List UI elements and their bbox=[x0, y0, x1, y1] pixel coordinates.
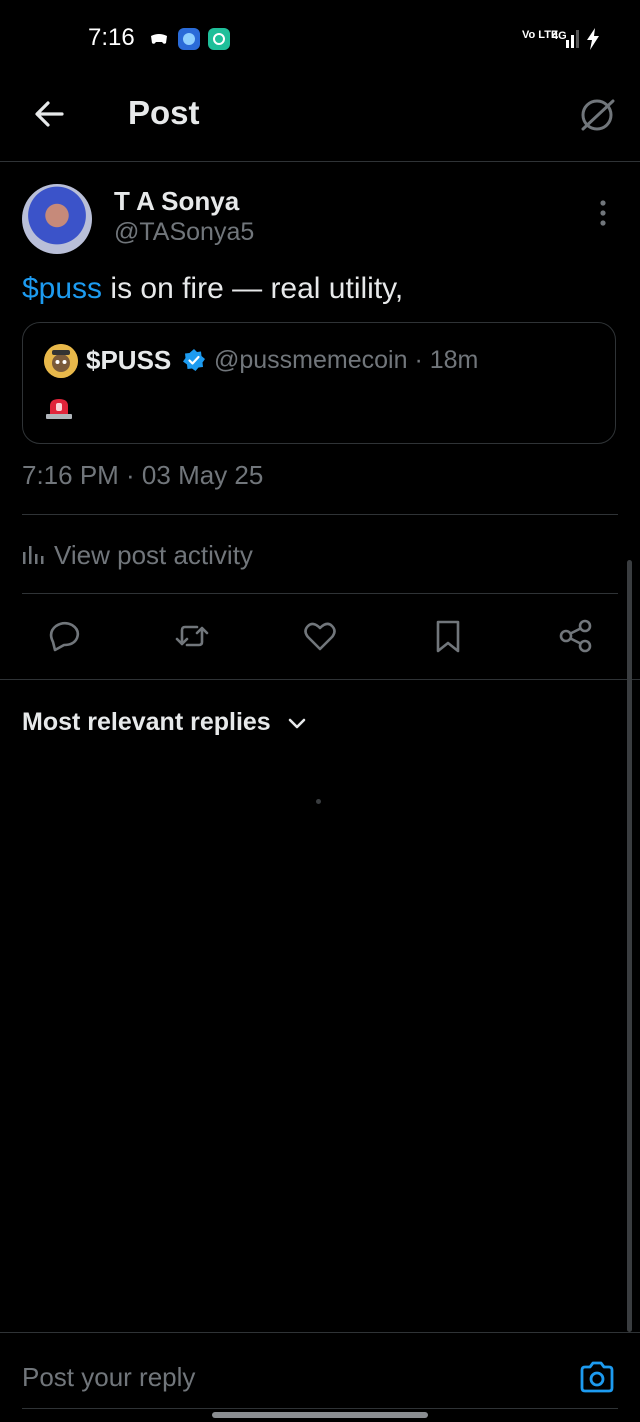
quoted-author-name: $PUSS bbox=[86, 345, 172, 375]
cashtag-link[interactable]: $puss bbox=[22, 272, 102, 305]
bookmark-button[interactable] bbox=[428, 616, 468, 656]
arrow-left-icon bbox=[35, 101, 64, 127]
post-text-body: is on fire — real utility, bbox=[102, 272, 404, 305]
quoted-post-card[interactable] bbox=[22, 322, 616, 444]
scrollbar[interactable] bbox=[627, 560, 632, 1332]
like-icon bbox=[304, 622, 336, 651]
reply-input[interactable] bbox=[22, 1362, 542, 1393]
quoted-avatar bbox=[44, 344, 78, 378]
chat-app-icon bbox=[208, 28, 230, 50]
share-button[interactable] bbox=[556, 616, 596, 656]
network-type-indicator: 4G bbox=[552, 30, 567, 42]
status-time: 7:16 bbox=[88, 24, 135, 51]
police-light-emoji-icon bbox=[44, 396, 74, 420]
verified-badge-icon bbox=[182, 348, 206, 372]
signal-icon bbox=[566, 30, 580, 48]
avatar[interactable] bbox=[22, 184, 92, 254]
header-divider bbox=[0, 161, 640, 162]
divider bbox=[0, 679, 640, 680]
more-vertical-icon bbox=[600, 200, 606, 226]
more-options-button[interactable] bbox=[590, 198, 616, 228]
like-button[interactable] bbox=[300, 616, 340, 656]
loading-indicator bbox=[316, 799, 321, 804]
app-icon bbox=[178, 28, 200, 50]
quoted-handle-time: @pussmemecoin · 18m bbox=[214, 346, 479, 374]
grok-icon bbox=[581, 99, 615, 131]
post-text: $puss is on fire — real utility, bbox=[22, 272, 403, 306]
composer-divider bbox=[0, 1332, 640, 1333]
charging-icon bbox=[586, 28, 600, 50]
analytics-icon bbox=[22, 544, 44, 564]
camera-icon bbox=[580, 1361, 614, 1393]
chevron-down-icon[interactable] bbox=[286, 712, 308, 734]
divider bbox=[22, 593, 618, 594]
camera-button[interactable] bbox=[578, 1358, 616, 1396]
reply-button[interactable] bbox=[44, 616, 84, 656]
author-handle[interactable]: @TASonya5 bbox=[114, 218, 254, 247]
reply-icon bbox=[49, 621, 80, 652]
author-name[interactable]: T A Sonya bbox=[114, 186, 239, 217]
post-timestamp: 7:16 PM · 03 May 25 bbox=[22, 460, 264, 490]
back-button[interactable] bbox=[30, 94, 70, 134]
repost-button[interactable] bbox=[172, 616, 212, 656]
page-title: Post bbox=[128, 94, 200, 131]
grok-button[interactable] bbox=[576, 94, 618, 136]
share-icon bbox=[559, 619, 592, 653]
replies-sort-button[interactable]: Most relevant replies bbox=[22, 708, 271, 737]
divider bbox=[22, 514, 618, 515]
divider bbox=[22, 1408, 618, 1409]
game-controller-icon bbox=[148, 28, 170, 50]
bookmark-icon bbox=[436, 620, 460, 653]
repost-icon bbox=[175, 625, 209, 647]
view-post-activity-link[interactable]: View post activity bbox=[54, 540, 253, 571]
home-indicator[interactable] bbox=[212, 1412, 428, 1418]
